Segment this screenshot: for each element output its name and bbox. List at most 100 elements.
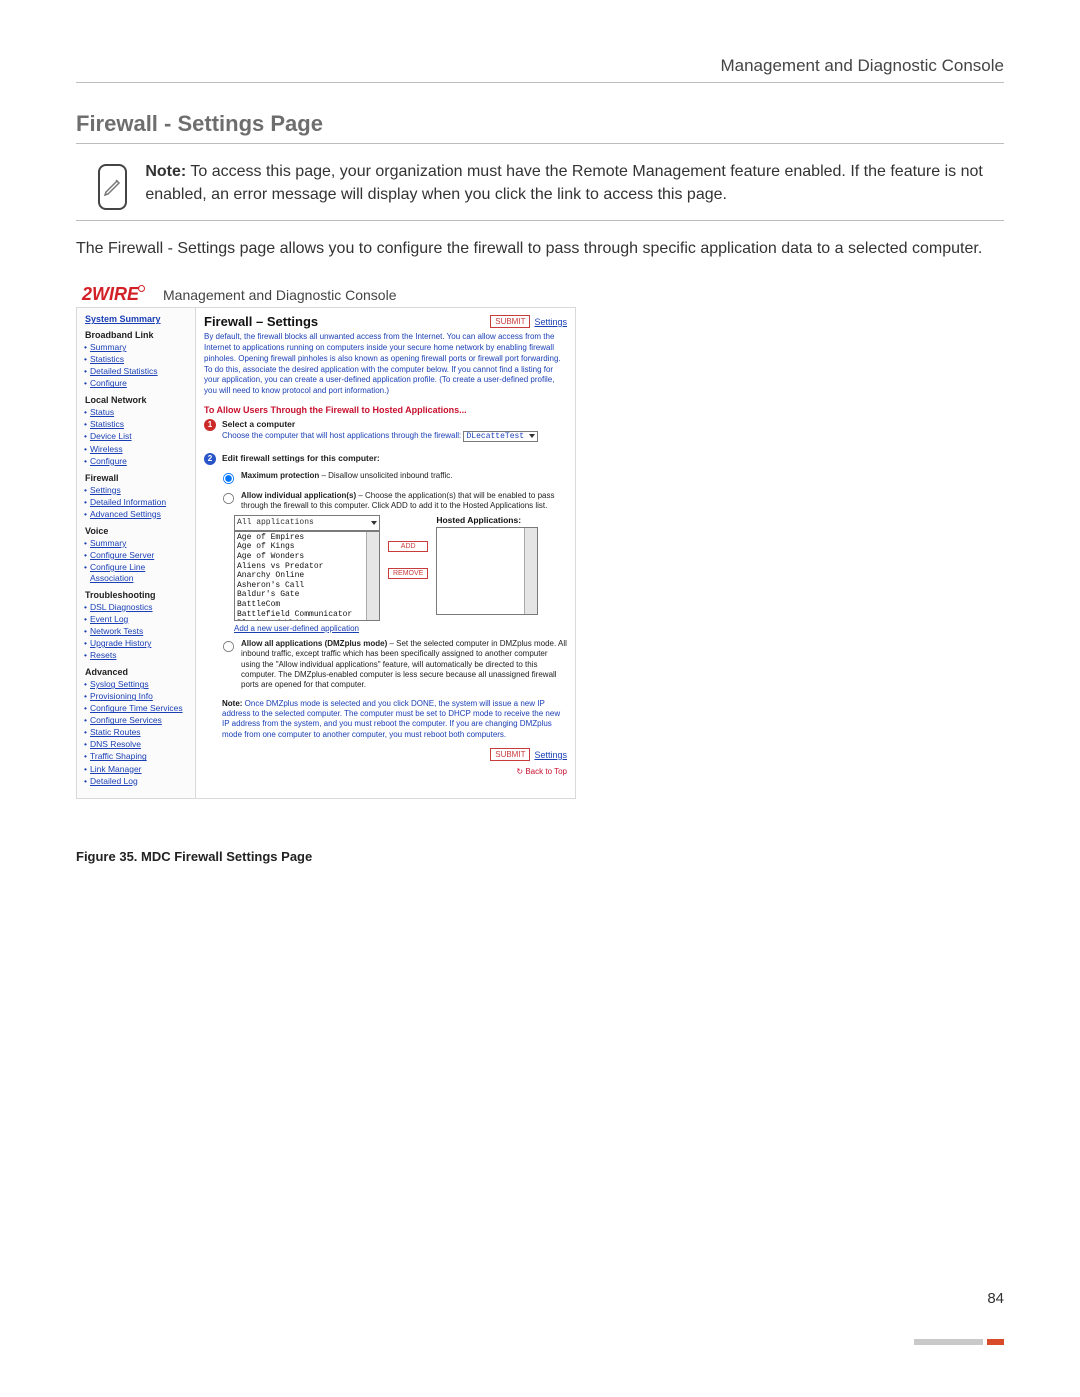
list-item[interactable]: BattleCom: [237, 600, 377, 610]
submit-button-bottom[interactable]: SUBMIT: [490, 748, 530, 761]
sidebar-item[interactable]: Configure Time Services: [85, 703, 189, 714]
figure-caption: Figure 35. MDC Firewall Settings Page: [76, 849, 1004, 864]
doc-header: Management and Diagnostic Console: [76, 56, 1004, 83]
remove-button[interactable]: REMOVE: [388, 568, 428, 579]
add-user-defined-link[interactable]: Add a new user-defined application: [234, 624, 359, 633]
list-item[interactable]: Baldur's Gate: [237, 590, 377, 600]
sidebar-group-localnetwork: Local Network: [85, 395, 189, 405]
sidebar-item[interactable]: Resets: [85, 650, 189, 661]
sidebar-item[interactable]: Detailed Statistics: [85, 366, 189, 377]
computer-select-value: DLecatteTest: [466, 432, 524, 441]
list-item[interactable]: Black and White: [237, 619, 377, 621]
sidebar-item[interactable]: Settings: [85, 485, 189, 496]
radio-max-protection[interactable]: Maximum protection – Disallow unsolicite…: [222, 471, 567, 485]
step-2: 2 Edit firewall settings for this comput…: [204, 453, 567, 465]
sidebar-group-firewall: Firewall: [85, 473, 189, 483]
console-screenshot: 2WIRE Management and Diagnostic Console …: [76, 278, 576, 798]
sidebar-item[interactable]: Provisioning Info: [85, 691, 189, 702]
back-to-top-link[interactable]: Back to Top: [204, 767, 567, 776]
radio-allow-label: Allow individual application(s): [241, 491, 356, 500]
hosted-apps-listbox[interactable]: [436, 527, 538, 615]
sidebar-item[interactable]: Link Manager: [85, 764, 189, 775]
content-description: By default, the firewall blocks all unwa…: [204, 332, 567, 397]
sidebar-item[interactable]: Detailed Information: [85, 497, 189, 508]
note-text: Note: To access this page, your organiza…: [145, 160, 1004, 206]
list-item[interactable]: Age of Empires: [237, 533, 377, 543]
submit-button[interactable]: SUBMIT: [490, 315, 530, 328]
sidebar: System Summary Broadband Link Summary St…: [77, 308, 196, 797]
sidebar-item[interactable]: Configure: [85, 378, 189, 389]
add-button[interactable]: ADD: [388, 541, 428, 552]
radio-allow-individual[interactable]: Allow individual application(s) – Choose…: [222, 491, 567, 512]
radio-max-label: Maximum protection: [241, 471, 319, 480]
sidebar-item[interactable]: Network Tests: [85, 626, 189, 637]
settings-link[interactable]: Settings: [534, 317, 567, 327]
step-badge-1-icon: 1: [204, 419, 216, 431]
divider: [76, 220, 1004, 221]
list-item[interactable]: Age of Wonders: [237, 552, 377, 562]
page-title: Firewall - Settings Page: [76, 111, 1004, 144]
sidebar-item[interactable]: Static Routes: [85, 727, 189, 738]
sidebar-group-broadband: Broadband Link: [85, 330, 189, 340]
step-1: 1 Select a computer Choose the computer …: [204, 419, 567, 441]
chevron-down-icon: [529, 434, 535, 438]
section-header: To Allow Users Through the Firewall to H…: [204, 405, 567, 415]
list-item[interactable]: Aliens vs Predator: [237, 562, 377, 572]
dmz-note: Note: Once DMZplus mode is selected and …: [222, 699, 567, 741]
sidebar-item[interactable]: Wireless: [85, 444, 189, 455]
computer-select[interactable]: DLecatteTest: [463, 431, 537, 442]
sidebar-group-troubleshooting: Troubleshooting: [85, 590, 189, 600]
note-label: Note:: [145, 163, 186, 180]
note-block: Note: To access this page, your organiza…: [76, 160, 1004, 210]
sidebar-item[interactable]: DSL Diagnostics: [85, 602, 189, 613]
radio-max-tail: – Disallow unsolicited inbound traffic.: [319, 471, 452, 480]
sidebar-item[interactable]: Configure Services: [85, 715, 189, 726]
sidebar-item[interactable]: Advanced Settings: [85, 509, 189, 520]
step1-label: Select a computer: [222, 419, 295, 429]
page-number: 84: [987, 1290, 1004, 1307]
sidebar-item[interactable]: Device List: [85, 431, 189, 442]
sidebar-item[interactable]: Upgrade History: [85, 638, 189, 649]
intro-paragraph: The Firewall - Settings page allows you …: [76, 237, 1004, 260]
sidebar-item[interactable]: Configure: [85, 456, 189, 467]
list-item[interactable]: Anarchy Online: [237, 571, 377, 581]
sidebar-item[interactable]: DNS Resolve: [85, 739, 189, 750]
note-body: To access this page, your organization m…: [145, 163, 983, 203]
sidebar-item[interactable]: Summary: [85, 342, 189, 353]
sidebar-item[interactable]: Configure Line Association: [85, 562, 189, 584]
step-badge-2-icon: 2: [204, 453, 216, 465]
footer-accent-bar: [914, 1339, 1004, 1345]
available-apps-listbox[interactable]: Age of Empires Age of Kings Age of Wonde…: [234, 531, 380, 621]
sidebar-group-advanced: Advanced: [85, 667, 189, 677]
sidebar-group-voice: Voice: [85, 526, 189, 536]
sidebar-item[interactable]: Detailed Log: [85, 776, 189, 787]
sidebar-item[interactable]: Syslog Settings: [85, 679, 189, 690]
list-item[interactable]: Battlefield Communicator: [237, 610, 377, 620]
list-item[interactable]: Asheron's Call: [237, 581, 377, 591]
app-filter-value: All applications: [237, 518, 314, 527]
sidebar-item[interactable]: Traffic Shaping: [85, 751, 189, 762]
app-filter-select[interactable]: All applications: [234, 515, 380, 531]
radio-max-input[interactable]: [223, 473, 234, 484]
sidebar-item[interactable]: Statistics: [85, 354, 189, 365]
chevron-down-icon: [371, 521, 377, 525]
radio-allow-input[interactable]: [223, 493, 234, 504]
radio-dmzplus[interactable]: Allow all applications (DMZplus mode) – …: [222, 639, 567, 691]
list-item[interactable]: Age of Kings: [237, 542, 377, 552]
sidebar-item[interactable]: Status: [85, 407, 189, 418]
settings-link-bottom[interactable]: Settings: [534, 750, 567, 760]
sidebar-item[interactable]: Summary: [85, 538, 189, 549]
sidebar-item[interactable]: Statistics: [85, 419, 189, 430]
sidebar-top-link[interactable]: System Summary: [85, 314, 189, 324]
content-title: Firewall – Settings: [204, 314, 318, 329]
radio-dmz-input[interactable]: [223, 641, 234, 652]
dmz-note-label: Note:: [222, 699, 242, 708]
sidebar-item[interactable]: Event Log: [85, 614, 189, 625]
hosted-apps-title: Hosted Applications:: [436, 515, 538, 525]
sidebar-item[interactable]: Configure Server: [85, 550, 189, 561]
pencil-note-icon: [98, 164, 127, 210]
radio-dmz-label: Allow all applications (DMZplus mode): [241, 639, 387, 648]
step1-sub: Choose the computer that will host appli…: [222, 431, 461, 440]
content-panel: Firewall – Settings SUBMIT Settings By d…: [196, 308, 575, 797]
dmz-note-body: Once DMZplus mode is selected and you cl…: [222, 699, 560, 739]
